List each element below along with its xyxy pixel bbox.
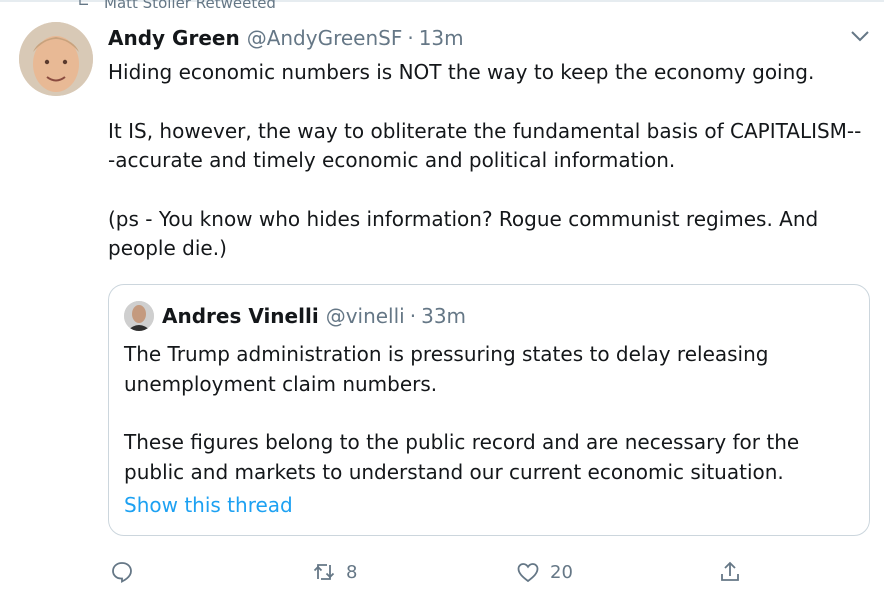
quoted-tweet-paragraph: These figures belong to the public recor…	[124, 430, 800, 484]
quoted-author-handle[interactable]: @vinelli	[326, 304, 405, 328]
quoted-header-separator: ·	[409, 304, 417, 328]
tweet-header: Andy Green @AndyGreenSF · 13m	[108, 24, 464, 52]
author-name[interactable]: Andy Green	[108, 26, 240, 50]
quoted-tweet-header: Andres Vinelli @vinelli · 33m	[124, 301, 466, 331]
quoted-tweet[interactable]: Andres Vinelli @vinelli · 33m The Trump …	[108, 284, 870, 536]
tweet-paragraph: Hiding economic numbers is NOT the way t…	[108, 60, 815, 84]
share-button[interactable]	[718, 560, 742, 584]
reply-icon	[112, 562, 132, 583]
reply-button[interactable]	[110, 560, 144, 584]
retweet-button[interactable]: 8	[312, 560, 357, 584]
retweet-icon	[313, 564, 335, 580]
retweet-icon	[78, 0, 88, 5]
like-button[interactable]: 20	[516, 560, 573, 584]
quoted-tweet-time[interactable]: 33m	[421, 304, 466, 328]
show-thread-link[interactable]: Show this thread	[124, 493, 293, 517]
tweet-time[interactable]: 13m	[419, 26, 464, 50]
tweet-paragraph: (ps - You know who hides information? Ro…	[108, 206, 819, 261]
tweet-paragraph: It IS, however, the way to obliterate th…	[108, 118, 862, 173]
quoted-tweet-text: The Trump administration is pressuring s…	[124, 340, 849, 487]
chevron-down-icon[interactable]	[848, 26, 872, 44]
quoted-author-name[interactable]: Andres Vinelli	[162, 304, 319, 328]
author-handle[interactable]: @AndyGreenSF	[247, 26, 403, 50]
quoted-author-avatar[interactable]	[124, 301, 154, 331]
header-separator: ·	[407, 26, 414, 50]
retweet-count: 8	[346, 561, 358, 583]
quoted-tweet-paragraph: The Trump administration is pressuring s…	[124, 342, 769, 396]
tweet-text: Hiding economic numbers is NOT the way t…	[108, 58, 868, 264]
share-icon	[721, 561, 739, 581]
heart-icon	[517, 563, 539, 583]
like-count: 20	[550, 561, 573, 583]
retweet-banner-text[interactable]: Matt Stoller Retweeted	[104, 0, 276, 12]
tweet-actions: 8 20	[108, 560, 868, 592]
retweet-banner: Matt Stoller Retweeted	[76, 0, 276, 12]
author-avatar[interactable]	[19, 22, 93, 96]
